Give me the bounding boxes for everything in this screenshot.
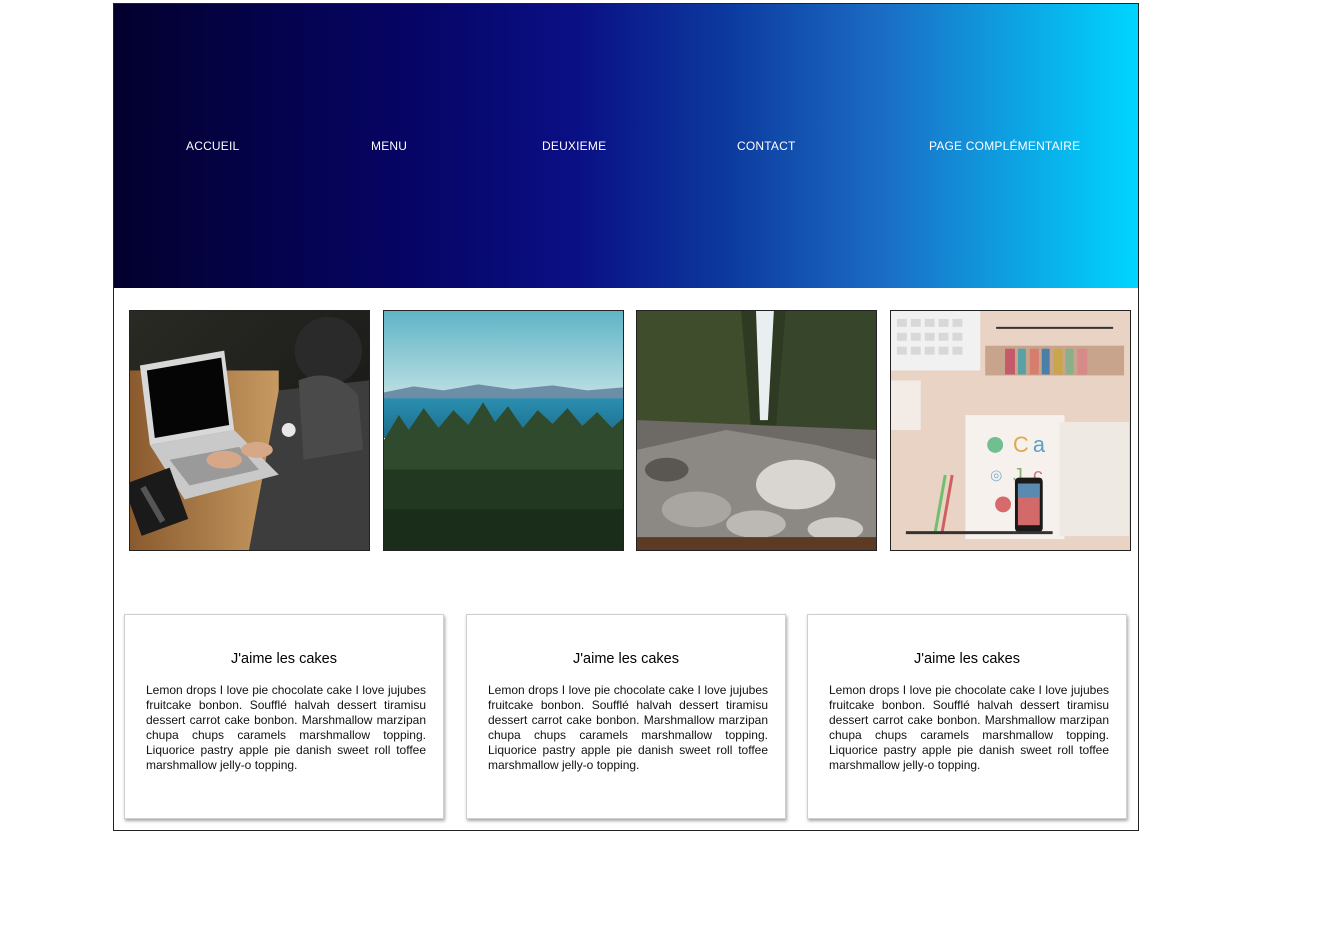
svg-text:◎: ◎	[990, 467, 1002, 483]
waterfall-photo	[636, 310, 877, 551]
cake-card: J'aime les cakes Lemon drops I love pie …	[466, 614, 786, 819]
laptop-photo	[129, 310, 370, 551]
card-title: J'aime les cakes	[573, 651, 679, 667]
header-banner: ACCUEIL MENU DEUXIEME CONTACT PAGE COMPL…	[114, 4, 1138, 288]
nav-item-page-complementaire[interactable]: PAGE COMPLÉMENTAIRE	[929, 139, 1080, 153]
desk-books-photo: C a ◎ J c	[890, 310, 1131, 551]
svg-text:a: a	[1033, 432, 1046, 457]
nav-item-accueil[interactable]: ACCUEIL	[186, 139, 239, 153]
nav-item-deuxieme[interactable]: DEUXIEME	[542, 139, 606, 153]
forest-lake-photo	[383, 310, 624, 551]
card-title: J'aime les cakes	[914, 651, 1020, 667]
cake-card: J'aime les cakes Lemon drops I love pie …	[124, 614, 444, 819]
card-text: Lemon drops I love pie chocolate cake I …	[829, 683, 1109, 772]
photo-gallery: C a ◎ J c	[129, 310, 1135, 554]
main-nav: ACCUEIL MENU DEUXIEME CONTACT PAGE COMPL…	[114, 139, 1138, 159]
cake-card: J'aime les cakes Lemon drops I love pie …	[807, 614, 1127, 819]
card-title: J'aime les cakes	[231, 651, 337, 667]
page-frame: ACCUEIL MENU DEUXIEME CONTACT PAGE COMPL…	[113, 3, 1139, 831]
card-text: Lemon drops I love pie chocolate cake I …	[488, 683, 768, 772]
cards-section: J'aime les cakes Lemon drops I love pie …	[124, 614, 1134, 824]
card-text: Lemon drops I love pie chocolate cake I …	[146, 683, 426, 772]
svg-text:C: C	[1013, 432, 1029, 457]
nav-item-menu[interactable]: MENU	[371, 139, 407, 153]
nav-item-contact[interactable]: CONTACT	[737, 139, 796, 153]
